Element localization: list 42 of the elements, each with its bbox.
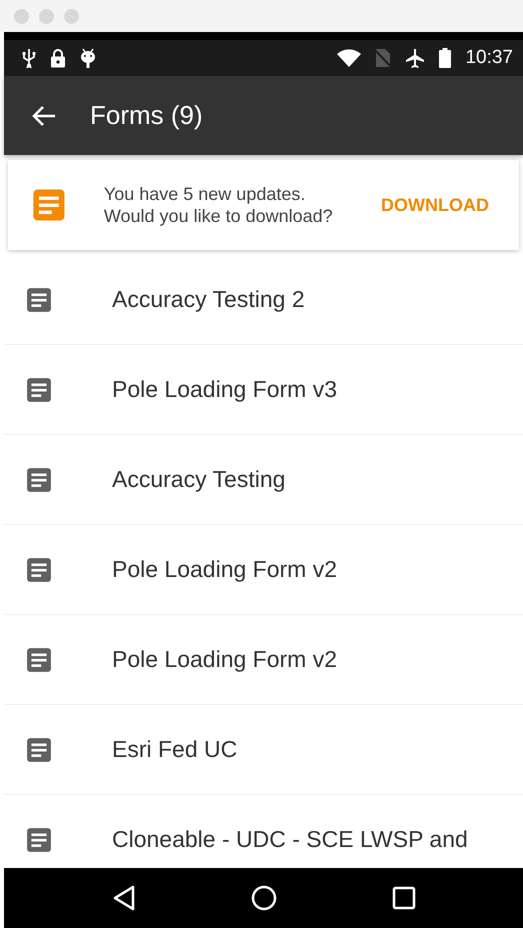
form-row[interactable]: Pole Loading Form v2 xyxy=(4,615,523,705)
recents-square-icon xyxy=(392,886,416,910)
form-name: Cloneable - UDC - SCE LWSP and xyxy=(112,826,468,853)
document-icon xyxy=(26,736,52,762)
form-row[interactable]: Accuracy Testing xyxy=(4,435,523,525)
update-message: You have 5 new updates. Would you like to download? xyxy=(104,183,334,227)
window-dot xyxy=(64,8,79,24)
form-row[interactable]: Pole Loading Form v2 xyxy=(4,525,523,615)
battery-icon xyxy=(439,48,452,68)
clock-text: 10:37 xyxy=(465,47,513,69)
airplane-icon xyxy=(405,48,426,68)
document-icon xyxy=(26,376,52,402)
form-name: Accuracy Testing 2 xyxy=(112,286,305,313)
wifi-icon xyxy=(337,49,362,67)
home-button[interactable] xyxy=(250,885,276,911)
recents-button[interactable] xyxy=(392,886,416,910)
document-icon xyxy=(26,466,52,492)
page-title: Forms (9) xyxy=(90,100,203,131)
form-row[interactable]: Esri Fed UC xyxy=(4,705,523,795)
lock-icon xyxy=(50,48,66,68)
back-triangle-icon xyxy=(112,885,136,911)
back-button[interactable] xyxy=(112,885,136,911)
form-name: Esri Fed UC xyxy=(112,736,238,763)
android-icon xyxy=(80,47,96,69)
form-row[interactable]: Accuracy Testing 2 xyxy=(4,255,523,345)
form-name: Pole Loading Form v3 xyxy=(112,376,338,403)
back-button[interactable] xyxy=(32,104,56,126)
usb-icon xyxy=(22,48,36,68)
form-row[interactable]: Pole Loading Form v3 xyxy=(4,345,523,435)
document-icon xyxy=(26,286,52,312)
document-icon xyxy=(26,556,52,582)
no-sim-icon xyxy=(375,48,392,68)
form-name: Accuracy Testing xyxy=(112,466,286,493)
document-icon xyxy=(32,187,66,223)
window-dot xyxy=(14,8,29,24)
back-arrow-icon xyxy=(32,104,56,126)
home-circle-icon xyxy=(250,885,276,911)
document-icon xyxy=(26,826,52,852)
document-icon xyxy=(26,646,52,672)
form-name: Pole Loading Form v2 xyxy=(112,556,338,583)
window-dot xyxy=(39,8,54,24)
form-name: Pole Loading Form v2 xyxy=(112,646,338,673)
